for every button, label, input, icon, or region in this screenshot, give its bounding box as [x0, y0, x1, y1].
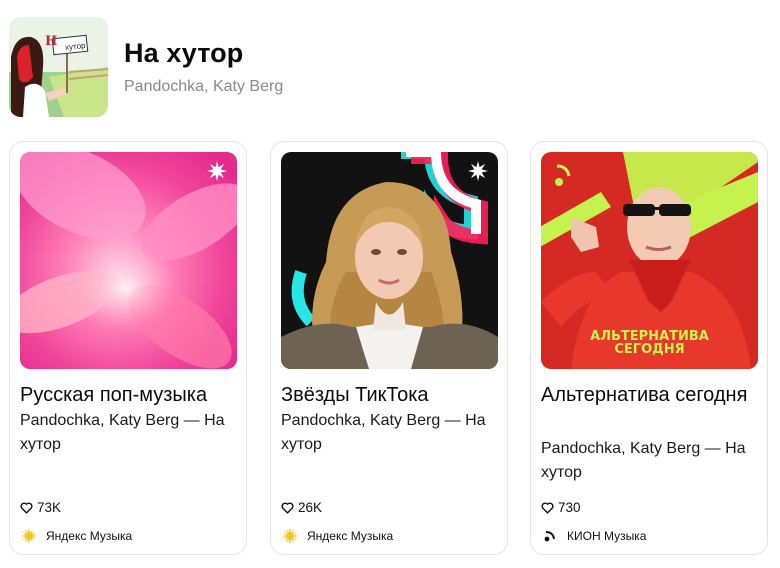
- playlist-title[interactable]: Альтернатива сегодня: [541, 382, 761, 409]
- source-label: Яндекс Музыка: [46, 529, 133, 543]
- likes-count: 73K: [20, 500, 61, 515]
- playlist-cover[interactable]: АЛЬТЕРНАТИВА СЕГОДНЯ: [541, 152, 758, 369]
- track-artists[interactable]: Pandochka, Katy Berg: [124, 77, 283, 97]
- heart-icon: [541, 501, 554, 514]
- playlist-track-info: Pandochka, Katy Berg — На хутор: [20, 412, 225, 453]
- cover-sign-letter: Н: [45, 34, 58, 49]
- playlist-track-info: Pandochka, Katy Berg — На хутор: [541, 440, 746, 481]
- cover-caption: АЛЬТЕРНАТИВА СЕГОДНЯ: [541, 330, 758, 356]
- likes-value: 73K: [37, 500, 62, 515]
- likes-count: 730: [541, 500, 581, 515]
- likes-value: 730: [558, 500, 581, 515]
- playlist-cover[interactable]: [20, 152, 237, 369]
- source-label: Яндекс Музыка: [307, 529, 394, 543]
- playlist-source[interactable]: КИОН Музыка: [541, 527, 646, 545]
- source-label: КИОН Музыка: [567, 529, 647, 543]
- yandex-music-icon: [281, 527, 299, 545]
- playlist-source[interactable]: Яндекс Музыка: [281, 527, 393, 545]
- heart-icon: [281, 501, 294, 514]
- kion-music-icon: [541, 527, 559, 545]
- playlist-cover[interactable]: [281, 152, 498, 369]
- playlist-track-info: Pandochka, Katy Berg — На хутор: [281, 412, 486, 453]
- playlist-source[interactable]: Яндекс Музыка: [20, 527, 132, 545]
- track-header: Н хутор На хутор Pandochka, Katy Berg: [9, 17, 283, 117]
- track-cover[interactable]: Н хутор: [9, 17, 108, 117]
- playlist-card[interactable]: Русская поп-музыка Pandochka, Katy Berg …: [9, 141, 247, 555]
- likes-count: 26K: [281, 500, 322, 515]
- heart-icon: [20, 501, 33, 514]
- playlist-card[interactable]: Звёзды ТикТока Pandochka, Katy Berg — На…: [270, 141, 508, 555]
- playlist-title[interactable]: Звёзды ТикТока: [281, 382, 501, 409]
- cover-caption-line-2: СЕГОДНЯ: [614, 342, 685, 357]
- playlist-card[interactable]: АЛЬТЕРНАТИВА СЕГОДНЯ Альтернатива сегодн…: [530, 141, 768, 555]
- likes-value: 26K: [298, 500, 323, 515]
- track-title: На хутор: [124, 37, 244, 68]
- yandex-music-icon: [20, 527, 38, 545]
- playlist-title[interactable]: Русская поп-музыка: [20, 382, 240, 409]
